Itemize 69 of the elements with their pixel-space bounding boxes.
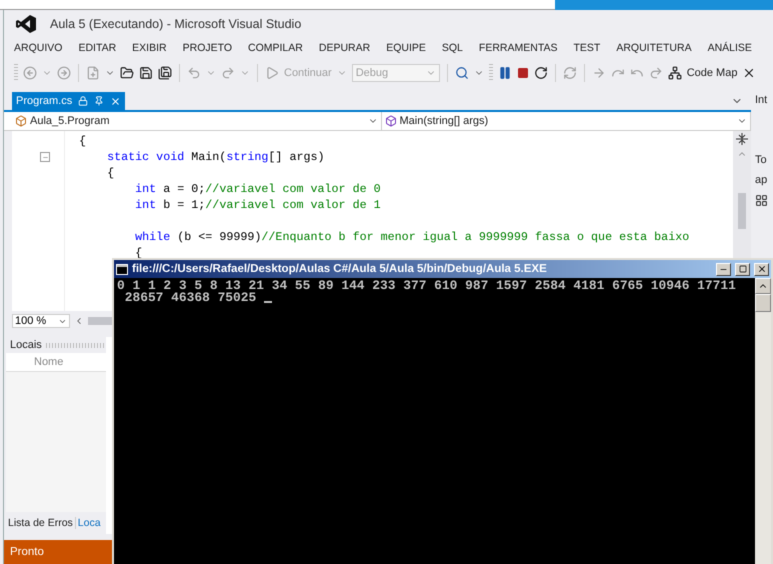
scroll-up-button[interactable] — [755, 278, 771, 294]
code-line: static void Main(string[] args) — [106, 149, 326, 165]
grid-icon[interactable] — [755, 194, 768, 207]
save-icon[interactable] — [139, 66, 153, 80]
console-title: file:///C:/Users/Rafael/Desktop/Aulas C#/Aula 5/Aula 5/bin/Debug/Aula 5.EXE — [132, 263, 548, 275]
pin-icon[interactable] — [94, 96, 104, 106]
hierarchy-icon[interactable] — [668, 66, 682, 80]
maximize-button[interactable] — [735, 262, 750, 276]
menu-item[interactable]: EQUIPE — [378, 42, 434, 54]
menu-item[interactable]: ARQUIVO — [6, 42, 70, 54]
panel-label: To — [755, 154, 768, 166]
document-tab[interactable]: Program.cs — [12, 92, 126, 110]
stop-icon[interactable] — [516, 67, 529, 79]
logo-icon — [16, 15, 36, 33]
pause-icon[interactable] — [498, 66, 512, 80]
close-button[interactable] — [754, 262, 769, 276]
restart-icon[interactable] — [534, 66, 548, 80]
collapse-icon[interactable] — [40, 152, 50, 162]
undo-icon[interactable] — [187, 66, 201, 80]
window-title: Aula 5 (Executando) - Microsoft Visual Studio — [50, 17, 302, 31]
menu-item[interactable]: PROJETO — [174, 42, 240, 54]
code-line: int a = 0;//variavel com valor de 0 — [134, 181, 382, 197]
code-line: int b = 1;//variavel com valor de 1 — [134, 197, 382, 213]
console-output: 28657 46368 75025 — [124, 292, 258, 304]
menu-item[interactable]: FERRAMENTAS — [470, 42, 566, 54]
zoom-dropdown[interactable]: 100 % — [12, 314, 70, 328]
code-line: { — [106, 165, 116, 181]
column-header: Nome — [6, 353, 106, 372]
panel-tab[interactable]: Loca — [76, 517, 103, 529]
save-all-icon[interactable] — [158, 66, 172, 80]
method-icon — [384, 115, 396, 127]
menu-item[interactable]: EDITAR — [70, 42, 124, 54]
new-file-icon[interactable] — [86, 66, 100, 80]
close-icon — [756, 264, 766, 274]
console-icon — [116, 264, 128, 274]
panel-title: Locais — [10, 339, 42, 351]
search-icon[interactable] — [454, 66, 469, 80]
scrollbar-thumb[interactable] — [755, 294, 771, 312]
code-line: { — [78, 133, 88, 149]
menu-item[interactable]: ANÁLISE — [700, 42, 760, 54]
split-icon[interactable] — [736, 133, 748, 145]
lock-icon — [78, 96, 88, 106]
code-line: while (b <= 99999)//Enquanto b for menor igual a 9999999 fassa o que esta baixo — [134, 229, 690, 245]
code-map-button[interactable]: Code Map — [686, 67, 738, 79]
forward-icon[interactable] — [57, 66, 71, 80]
refresh-icon[interactable] — [562, 66, 577, 80]
type-dropdown[interactable]: Aula_5.Program — [12, 112, 382, 130]
back-icon[interactable] — [23, 66, 37, 80]
maximize-icon — [738, 265, 746, 273]
minimize-button[interactable] — [716, 262, 731, 276]
panel-label: Int — [755, 94, 768, 106]
member-dropdown[interactable]: Main(string[] args) — [382, 112, 751, 130]
menu-item[interactable]: DEPURAR — [310, 42, 378, 54]
menu-item[interactable]: SQL — [434, 42, 471, 54]
scrollbar-thumb[interactable] — [738, 193, 746, 229]
class-icon — [15, 115, 27, 127]
menu-item[interactable]: TEST — [565, 42, 608, 54]
scrollbar-thumb[interactable] — [88, 317, 112, 325]
console-output: 0 1 1 2 3 5 8 13 21 34 55 89 144 233 377 610 987 1597 2584 4181 6765 10946 17711 — [117, 280, 736, 292]
open-folder-icon[interactable] — [120, 66, 134, 80]
menu-item[interactable]: EXIBIR — [124, 42, 175, 54]
text-cursor — [264, 301, 272, 303]
menu-item[interactable]: ARQUITETURA — [608, 42, 700, 54]
panel-tab[interactable]: Lista de Erros — [6, 517, 76, 529]
play-icon[interactable] — [265, 66, 279, 80]
redo-icon[interactable] — [221, 66, 235, 80]
step-over-icon[interactable] — [648, 66, 663, 80]
menu-item[interactable]: COMPILAR — [240, 42, 311, 54]
panel-label: ap — [755, 174, 768, 186]
